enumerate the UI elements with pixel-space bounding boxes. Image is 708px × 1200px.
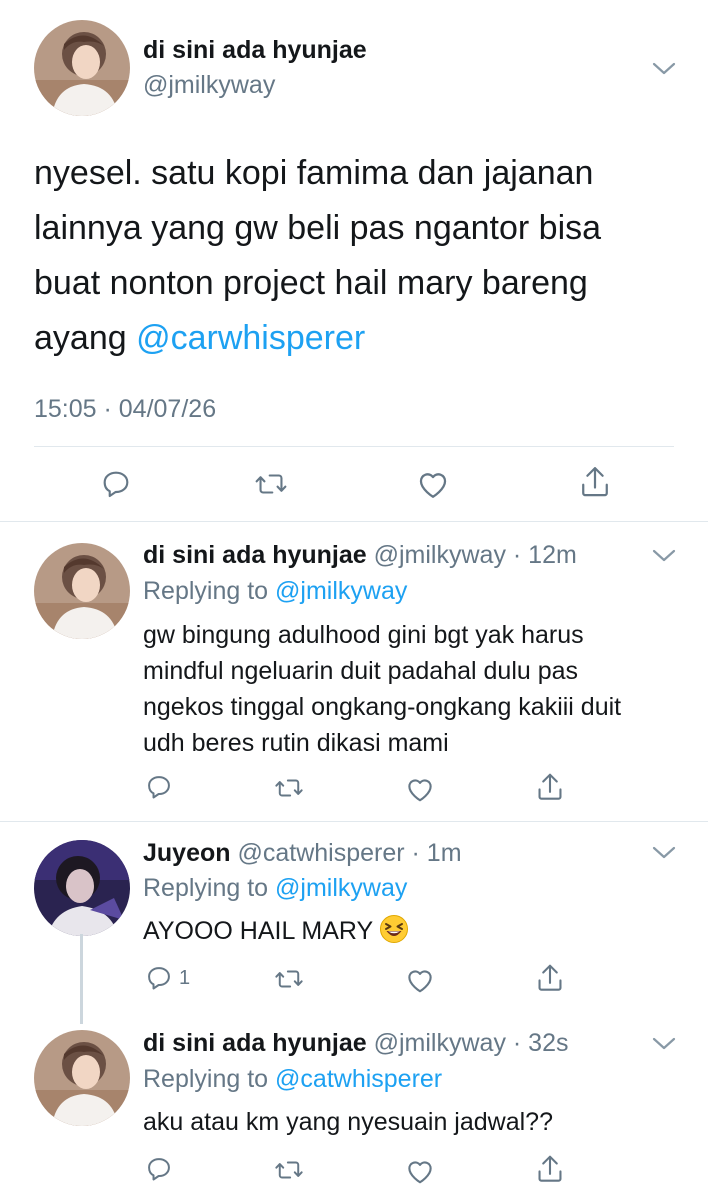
like-button[interactable] xyxy=(405,1157,435,1185)
retweet-button[interactable] xyxy=(254,468,288,500)
profile-photo xyxy=(34,543,130,639)
replying-to: Replying to @jmilkyway xyxy=(143,874,407,903)
like-button[interactable] xyxy=(405,966,435,994)
replying-label: Replying to xyxy=(143,577,276,605)
reply-icon xyxy=(148,776,170,799)
like-icon xyxy=(408,1161,432,1184)
share-icon xyxy=(538,773,562,800)
replying-to-link[interactable]: @catwhisperer xyxy=(275,1065,442,1093)
thread-connector xyxy=(80,934,83,1024)
avatar-reply-2[interactable] xyxy=(34,840,130,936)
author-handle-time[interactable]: @jmilkyway · 32s xyxy=(374,1029,569,1057)
author-handle-time[interactable]: @catwhisperer · 1m xyxy=(237,839,461,867)
like-button[interactable] xyxy=(416,468,450,500)
share-icon xyxy=(538,964,562,991)
reply-header: di sini ada hyunjae @jmilkyway · 12m xyxy=(143,541,577,570)
reply-icon xyxy=(103,471,129,498)
avatar-reply-3[interactable] xyxy=(34,1030,130,1126)
author-handle-time[interactable]: @jmilkyway · 12m xyxy=(374,541,577,569)
divider xyxy=(0,521,708,522)
reply-text: AYOOO HAIL MARY xyxy=(143,913,663,954)
chevron-down-icon[interactable] xyxy=(650,1033,678,1053)
profile-photo xyxy=(34,20,130,116)
author-name[interactable]: Juyeon xyxy=(143,839,231,867)
tweet-text: nyesel. satu kopi famima dan jajanan lai… xyxy=(34,146,674,366)
author-name[interactable]: di sini ada hyunjae xyxy=(143,541,367,569)
author-name[interactable]: di sini ada hyunjae xyxy=(143,36,367,65)
author-handle[interactable]: @jmilkyway xyxy=(143,71,275,100)
reply-text: gw bingung adulhood gini bgt yak harus m… xyxy=(143,621,622,757)
chevron-down-icon[interactable] xyxy=(650,58,678,78)
retweet-icon xyxy=(275,1161,303,1179)
retweet-icon xyxy=(255,474,287,494)
replying-to: Replying to @jmilkyway xyxy=(143,577,407,606)
like-icon xyxy=(408,970,432,993)
like-icon xyxy=(419,473,447,498)
reply-icon xyxy=(148,967,170,990)
reply-button[interactable] xyxy=(145,773,181,801)
replying-label: Replying to xyxy=(143,874,276,902)
replying-to-link[interactable]: @jmilkyway xyxy=(275,874,407,902)
chevron-down-icon[interactable] xyxy=(650,545,678,565)
replying-to-link[interactable]: @jmilkyway xyxy=(275,577,407,605)
reply-icon xyxy=(148,1158,170,1181)
reply-header: di sini ada hyunjae @jmilkyway · 32s xyxy=(143,1029,568,1058)
mention-link[interactable]: @carwhisperer xyxy=(136,319,365,357)
share-button[interactable] xyxy=(578,464,612,500)
retweet-button[interactable] xyxy=(274,1156,304,1184)
retweet-button[interactable] xyxy=(274,965,304,993)
avatar-main[interactable] xyxy=(34,20,130,116)
reply-button[interactable] xyxy=(100,468,132,500)
divider xyxy=(34,446,674,447)
share-button[interactable] xyxy=(535,771,565,803)
share-icon xyxy=(538,1155,562,1182)
reply-text: aku atau km yang nyesuain jadwal?? xyxy=(143,1108,553,1136)
retweet-icon xyxy=(275,970,303,988)
author-name[interactable]: di sini ada hyunjae xyxy=(143,1029,367,1057)
retweet-button[interactable] xyxy=(274,774,304,802)
replying-label: Replying to xyxy=(143,1065,276,1093)
profile-photo xyxy=(34,1030,130,1126)
share-button[interactable] xyxy=(535,962,565,994)
like-icon xyxy=(408,779,432,802)
divider xyxy=(0,821,708,822)
reply-count: 1 xyxy=(179,966,191,989)
avatar-reply-1[interactable] xyxy=(34,543,130,639)
reply-header: Juyeon @catwhisperer · 1m xyxy=(143,839,462,868)
reply-text-body: AYOOO HAIL MARY xyxy=(143,917,374,945)
share-icon xyxy=(582,467,608,497)
like-button[interactable] xyxy=(405,775,435,803)
chevron-down-icon[interactable] xyxy=(650,842,678,862)
grinning-squinting-face-icon xyxy=(379,914,409,954)
reply-button[interactable]: 1 xyxy=(145,964,190,992)
reply-button[interactable] xyxy=(145,1155,181,1183)
profile-photo xyxy=(34,840,130,936)
tweet-timestamp[interactable]: 15:05 · 04/07/26 xyxy=(34,395,216,424)
replying-to: Replying to @catwhisperer xyxy=(143,1065,442,1094)
share-button[interactable] xyxy=(535,1153,565,1185)
retweet-icon xyxy=(275,779,303,797)
